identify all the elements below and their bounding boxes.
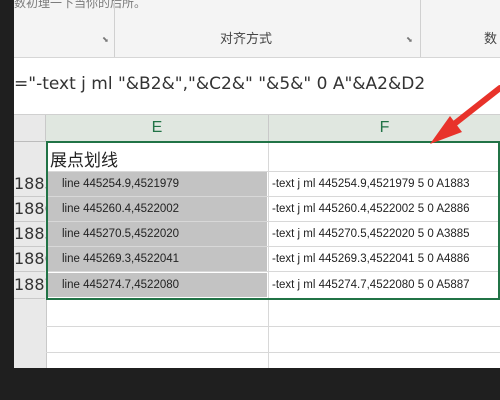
ribbon-divider (114, 0, 115, 57)
row-header[interactable]: 1886 (14, 247, 55, 271)
row-header[interactable]: 1886 (14, 197, 55, 221)
row-divider (14, 298, 45, 299)
cell-f[interactable]: -text j ml 445269.3,4522041 5 0 A4886 (272, 247, 500, 271)
screen-bezel (0, 368, 500, 400)
cell-e[interactable]: line 445274.7,4522080 (48, 273, 267, 297)
ribbon: 数初理一下当你的后所。 ⬊ 对齐方式 ⬊ 数 (14, 0, 500, 58)
cell-e[interactable]: line 445254.9,4521979 (48, 172, 267, 196)
grid-line (46, 271, 500, 272)
cell-e[interactable]: line 445269.3,4522041 (48, 247, 267, 271)
ribbon-top-text: 数初理一下当你的后所。 (14, 0, 147, 10)
cell-f[interactable]: -text j ml 445254.9,4521979 5 0 A1883 (272, 172, 500, 196)
excel-window: 数初理一下当你的后所。 ⬊ 对齐方式 ⬊ 数 ="-text j ml "&B2… (14, 0, 500, 368)
column-header-e[interactable]: E (46, 115, 269, 143)
cell-f[interactable]: -text j ml 445260.4,4522002 5 0 A2886 (272, 197, 500, 221)
row-header[interactable]: 1883 (14, 172, 55, 196)
corner-header[interactable] (14, 115, 46, 142)
cell-e1[interactable]: 展点划线 (50, 146, 118, 171)
row-divider (14, 271, 45, 272)
grid-line (268, 141, 269, 368)
cell-f[interactable]: -text j ml 445274.7,4522080 5 0 A5887 (272, 273, 500, 297)
red-arrow-icon (430, 85, 500, 144)
ribbon-divider (420, 0, 421, 57)
grid-line (46, 326, 500, 327)
cell-f[interactable]: -text j ml 445270.5,4522020 5 0 A3885 (272, 222, 500, 246)
dialog-launcher-icon[interactable]: ⬊ (102, 36, 110, 44)
row-header[interactable]: 1887 (14, 273, 55, 297)
cell-e[interactable]: line 445270.5,4522020 (48, 222, 267, 246)
grid-line (46, 298, 500, 299)
ribbon-group-number: 数 (484, 32, 498, 47)
ribbon-group-alignment: 对齐方式 (220, 32, 273, 47)
row-header[interactable]: 1885 (14, 222, 55, 246)
cell-e[interactable]: line 445260.4,4522002 (48, 197, 267, 221)
alignment-launcher-icon[interactable]: ⬊ (406, 36, 414, 44)
formula-text[interactable]: ="-text j ml "&B2&","&C2&" "&5&" 0 A"&A2… (14, 74, 425, 94)
grid-line (46, 352, 500, 353)
